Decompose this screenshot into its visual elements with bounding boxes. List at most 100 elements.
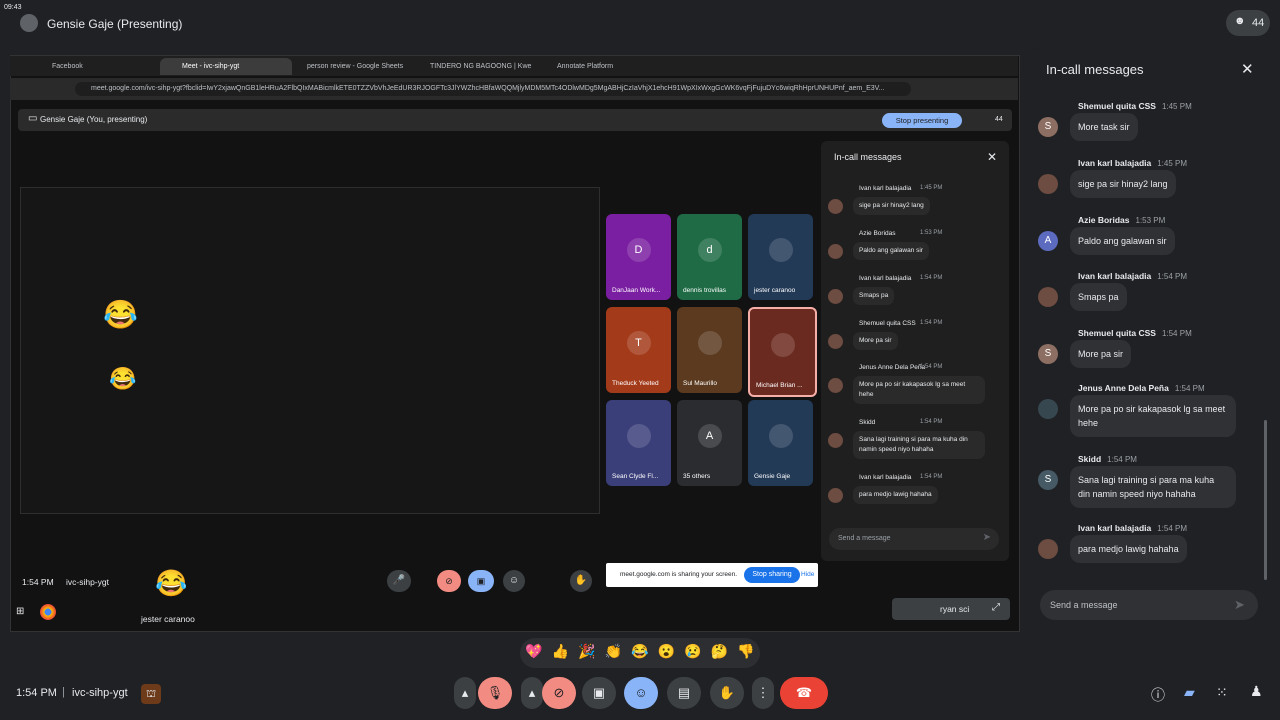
message-time: 1:54 PM: [920, 320, 943, 326]
address-bar[interactable]: meet.google.com/ivc-sihp-ygt?fbclid=IwY2…: [75, 82, 911, 96]
inner-send-box[interactable]: Send a message ➤: [829, 528, 999, 550]
activities-icon[interactable]: ⛫: [141, 684, 161, 704]
message-text: Smaps pa: [853, 287, 895, 305]
close-icon[interactable]: ✕: [987, 150, 997, 164]
reaction-emoji[interactable]: 🎉: [578, 643, 595, 660]
host-controls-icon[interactable]: ♟: [1250, 683, 1263, 700]
reaction-emoji[interactable]: 😂: [631, 643, 648, 660]
inner-emoji-button[interactable]: ☺: [503, 570, 525, 592]
inner-controls: 🎤 ⊘ ▣ ☺ ✋: [365, 568, 595, 594]
participant-name: dennis trovillas: [683, 287, 726, 294]
participant-name: DanJaan Work...: [612, 287, 661, 294]
message-time: 1:45 PM: [920, 185, 943, 191]
inner-chat-title: In-call messages: [834, 152, 902, 162]
audio-options-button[interactable]: ▴: [454, 677, 476, 709]
tab-sheets[interactable]: person review - Google Sheets: [285, 58, 417, 75]
message-sender: Azie Boridas: [859, 230, 896, 237]
chat-message-text: para medjo lawig hahaha: [1070, 535, 1187, 563]
chat-message-sender: Azie Boridas 1:53 PM: [1078, 215, 1165, 225]
chat-message-text: Sana lagi training si para ma kuha din n…: [1070, 466, 1236, 508]
chat-message-avatar: [1038, 174, 1058, 194]
chat-sender-name: Azie Boridas: [1078, 215, 1130, 225]
camera-off-button[interactable]: ⊘: [542, 677, 576, 709]
participant-tile[interactable]: Sul Maurillo: [677, 307, 742, 393]
hide-button[interactable]: Hide: [801, 571, 814, 578]
reaction-emoji[interactable]: 👍: [552, 643, 569, 660]
message-avatar: [828, 488, 843, 503]
chat-message-time: 1:53 PM: [1135, 216, 1166, 225]
reactions-button[interactable]: ☺: [624, 677, 658, 709]
reaction-emoji[interactable]: 💖: [525, 643, 542, 660]
presenter-title: Gensie Gaje (Presenting): [47, 17, 183, 31]
message-sender: Ivan karl balajadia: [859, 474, 912, 481]
chat-message-sender: Jenus Anne Dela Peña 1:54 PM: [1078, 383, 1205, 393]
participant-tile[interactable]: Michael Brian ...: [748, 307, 817, 397]
message-text: Paldo ang galawan sir: [853, 242, 929, 260]
raise-hand-button[interactable]: ✋: [710, 677, 744, 709]
tab-youtube[interactable]: TINDERO NG BAGOONG | Kwe: [408, 58, 542, 75]
close-icon[interactable]: ✕: [1241, 60, 1254, 78]
message-sender: Ivan karl balajadia: [859, 275, 912, 282]
send-placeholder: Send a message: [1050, 600, 1118, 610]
nested-thumb-emoji: 😂: [103, 299, 138, 330]
participant-avatar: [768, 424, 793, 449]
chat-message-time: 1:54 PM: [1161, 329, 1192, 338]
chat-scrollbar[interactable]: [1264, 420, 1267, 580]
send-message-input[interactable]: Send a message: [1040, 590, 1258, 620]
video-options-button[interactable]: ▴: [521, 677, 543, 709]
participant-tile[interactable]: d dennis trovillas: [677, 214, 742, 300]
participant-tile[interactable]: jester caranoo: [748, 214, 813, 300]
tab-facebook[interactable]: Facebook: [30, 58, 172, 75]
tab-meet[interactable]: Meet - ivc-sihp-ygt: [160, 58, 292, 75]
participant-name: 35 others: [683, 473, 711, 480]
chat-message-avatar: S: [1038, 470, 1058, 490]
reaction-emoji[interactable]: 👏: [605, 643, 622, 660]
info-icon[interactable]: ⓘ: [1151, 685, 1165, 705]
inner-mic-button[interactable]: 🎤: [387, 570, 411, 592]
inner-cam-button[interactable]: ⊘: [437, 570, 461, 592]
message-avatar: [828, 433, 843, 448]
inner-speaker-name: jester caranoo: [141, 614, 195, 624]
send-icon[interactable]: ➤: [983, 532, 991, 543]
tab-annotate[interactable]: Annotate Platform: [535, 58, 667, 75]
participant-tile[interactable]: T Theduck Yeeted: [606, 307, 671, 393]
participant-tile[interactable]: D DanJaan Work...: [606, 214, 671, 300]
presenter-avatar: [20, 14, 38, 32]
participant-avatar: [697, 331, 722, 356]
participant-tile[interactable]: Sean Clyde Fl...: [606, 400, 671, 486]
participant-tile[interactable]: A 35 others: [677, 400, 742, 486]
captions-button[interactable]: ▤: [667, 677, 701, 709]
stop-presenting-button[interactable]: Stop presenting: [882, 113, 962, 128]
pinned-chip[interactable]: ryan sci ⤢: [892, 598, 1010, 620]
sharing-notice-text: meet.google.com is sharing your screen.: [620, 571, 738, 578]
message-sender: Jenus Anne Dela Peña: [859, 364, 926, 371]
chat-icon[interactable]: ▰: [1184, 684, 1195, 701]
reaction-emoji[interactable]: 😮: [658, 643, 675, 660]
present-button[interactable]: ▣: [582, 677, 616, 709]
windows-icon[interactable]: ⊞: [16, 606, 24, 617]
message-time: 1:53 PM: [920, 230, 943, 236]
stop-sharing-button[interactable]: Stop sharing: [744, 567, 800, 583]
message-avatar: [828, 289, 843, 304]
message-text: sige pa sir hinay2 lang: [853, 197, 930, 215]
expand-icon[interactable]: ⤢: [992, 602, 1000, 613]
leave-call-button[interactable]: ☎: [780, 677, 828, 709]
nested-thumb-emoji: 😂: [109, 366, 137, 391]
reaction-emoji[interactable]: 👎: [737, 643, 754, 660]
reaction-emoji[interactable]: 🤔: [711, 643, 728, 660]
activities-grid-icon[interactable]: ⁙: [1216, 684, 1228, 701]
chat-message-sender: Ivan karl balajadia 1:45 PM: [1078, 158, 1187, 168]
chrome-icon[interactable]: [40, 604, 56, 620]
participant-tile[interactable]: Gensie Gaje: [748, 400, 813, 486]
inner-present-button[interactable]: ▣: [468, 570, 494, 592]
send-icon[interactable]: ➤: [1234, 597, 1245, 613]
people-button[interactable]: ☻ 44: [1226, 10, 1270, 36]
chat-sender-name: Ivan karl balajadia: [1078, 158, 1152, 168]
reaction-emoji[interactable]: 😢: [684, 643, 701, 660]
more-options-button[interactable]: ⋮: [752, 677, 774, 709]
message-time: 1:54 PM: [920, 364, 943, 370]
people-icon: ☻: [1234, 15, 1246, 27]
mic-off-button[interactable]: 🎙: [478, 677, 512, 709]
inner-hand-button[interactable]: ✋: [570, 570, 592, 592]
chat-title: In-call messages: [1046, 62, 1144, 77]
